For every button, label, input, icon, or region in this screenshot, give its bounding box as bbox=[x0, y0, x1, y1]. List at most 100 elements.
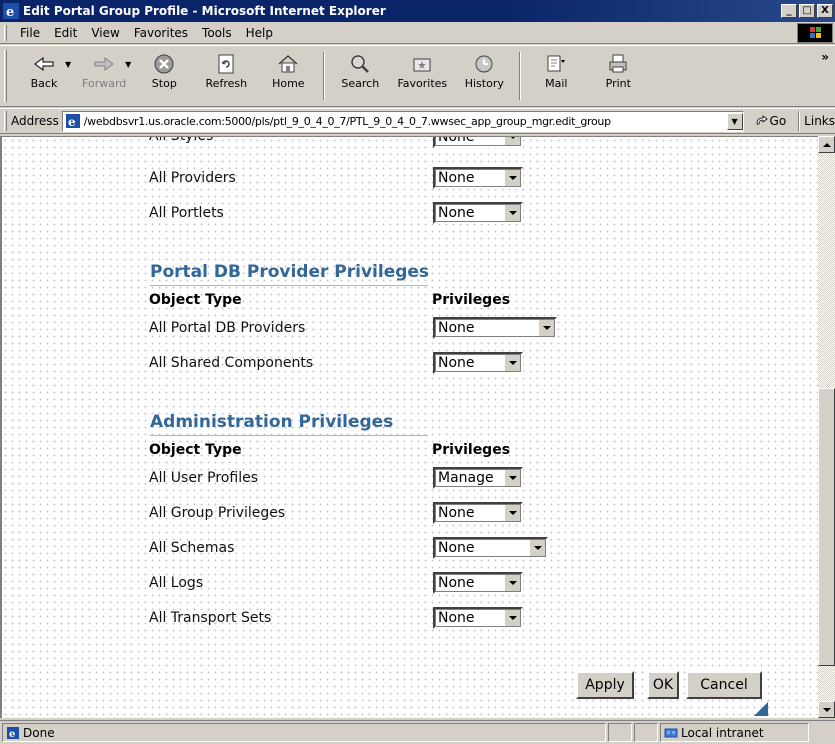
toolbar-overflow-chevron[interactable]: » bbox=[821, 50, 829, 64]
apply-button[interactable]: Apply bbox=[576, 671, 634, 699]
refresh-button[interactable]: Refresh bbox=[195, 46, 257, 90]
address-url[interactable]: /webdbsvr1.us.oracle.com:5000/pls/ptl_9_… bbox=[84, 115, 727, 128]
row-label-all-user-profiles: All User Profiles bbox=[149, 470, 258, 486]
row-label-all-logs: All Logs bbox=[149, 575, 204, 591]
refresh-label: Refresh bbox=[205, 77, 248, 90]
page-done-icon: e bbox=[7, 726, 19, 740]
title-bar[interactable]: e Edit Portal Group Profile - Microsoft … bbox=[0, 0, 835, 22]
col-header-object-type: Object Type bbox=[149, 442, 242, 458]
mail-label: Mail bbox=[545, 77, 568, 90]
history-label: History bbox=[464, 77, 504, 90]
svg-text:e: e bbox=[6, 5, 14, 19]
ie-logo-icon: e bbox=[3, 3, 19, 19]
back-dropdown-icon[interactable]: ▼ bbox=[65, 60, 71, 69]
dropdown-arrow-icon[interactable] bbox=[529, 539, 546, 557]
toolbar-grip[interactable] bbox=[4, 50, 7, 102]
select-value: None bbox=[438, 355, 475, 371]
print-label: Print bbox=[605, 77, 631, 90]
go-button[interactable]: Go bbox=[754, 114, 786, 128]
select-all-transport-sets[interactable]: None bbox=[433, 607, 523, 629]
dropdown-arrow-icon[interactable] bbox=[504, 504, 521, 522]
row-label-all-shared-components: All Shared Components bbox=[149, 355, 314, 371]
status-text: Done bbox=[23, 725, 55, 740]
menu-favorites[interactable]: Favorites bbox=[127, 26, 195, 40]
zone-pane: Local intranet bbox=[660, 723, 809, 742]
address-dropdown-button[interactable]: ▼ bbox=[726, 112, 743, 130]
favorites-label: Favorites bbox=[397, 77, 448, 90]
select-all-styles[interactable]: None bbox=[433, 136, 523, 148]
vertical-scrollbar[interactable] bbox=[818, 136, 835, 718]
dropdown-arrow-icon[interactable] bbox=[504, 204, 521, 222]
home-icon bbox=[278, 54, 298, 73]
row-label-all-group-privileges: All Group Privileges bbox=[149, 505, 286, 521]
search-button[interactable]: Search bbox=[329, 46, 391, 90]
links-button[interactable]: Links bbox=[804, 114, 835, 128]
mail-icon bbox=[547, 55, 566, 72]
stop-button[interactable]: Stop bbox=[133, 46, 195, 90]
select-value: Manage bbox=[438, 470, 494, 486]
cancel-button[interactable]: Cancel bbox=[686, 671, 762, 699]
row-label-all-providers: All Providers bbox=[149, 170, 236, 186]
dropdown-arrow-icon[interactable] bbox=[504, 609, 521, 627]
select-all-portal-db-providers[interactable]: None bbox=[433, 317, 557, 339]
row-label-all-transport-sets: All Transport Sets bbox=[149, 610, 272, 626]
select-all-logs[interactable]: None bbox=[433, 572, 523, 594]
dropdown-arrow-icon[interactable] bbox=[504, 354, 521, 372]
back-label: Back bbox=[30, 77, 58, 90]
address-input[interactable]: e /webdbsvr1.us.oracle.com:5000/pls/ptl_… bbox=[61, 110, 744, 132]
scroll-thumb[interactable] bbox=[818, 388, 835, 666]
col-header-privileges: Privileges bbox=[432, 292, 511, 308]
minimize-button[interactable]: _ bbox=[781, 4, 797, 18]
forward-dropdown-icon[interactable]: ▼ bbox=[125, 60, 131, 69]
printer-icon bbox=[609, 54, 627, 73]
windows-flag-icon bbox=[810, 27, 821, 38]
select-all-shared-components[interactable]: None bbox=[433, 352, 523, 374]
status-text-pane: e Done bbox=[2, 723, 606, 742]
row-label-all-schemas: All Schemas bbox=[149, 540, 235, 556]
col-header-object-type: Object Type bbox=[149, 292, 242, 308]
print-button[interactable]: Print bbox=[587, 46, 649, 90]
section-title-portal-db: Portal DB Provider Privileges bbox=[150, 262, 430, 282]
dropdown-arrow-icon[interactable] bbox=[538, 319, 555, 337]
select-all-portlets[interactable]: None bbox=[433, 202, 523, 224]
favorites-button[interactable]: Favorites bbox=[391, 46, 453, 90]
scroll-up-button[interactable] bbox=[818, 136, 835, 153]
select-value: None bbox=[438, 205, 475, 221]
dropdown-arrow-icon[interactable] bbox=[504, 169, 521, 187]
standard-toolbar: Back ▼ Forward ▼ Stop Refresh Home Searc… bbox=[0, 45, 835, 107]
menubar-grip[interactable] bbox=[4, 24, 7, 41]
mail-button[interactable]: Mail bbox=[525, 46, 587, 90]
row-label-all-portlets: All Portlets bbox=[149, 205, 224, 221]
home-label: Home bbox=[272, 77, 305, 90]
page-corner-mark bbox=[754, 702, 768, 716]
window-title: Edit Portal Group Profile - Microsoft In… bbox=[23, 4, 386, 18]
dropdown-arrow-icon[interactable] bbox=[504, 469, 521, 487]
dropdown-arrow-icon[interactable] bbox=[504, 137, 521, 146]
select-value: None bbox=[438, 136, 475, 145]
select-value: None bbox=[438, 540, 475, 556]
windows-logo-throbber bbox=[797, 23, 833, 43]
maximize-button[interactable]: □ bbox=[799, 4, 815, 18]
menu-file[interactable]: File bbox=[13, 26, 47, 40]
favorites-folder-icon bbox=[413, 58, 431, 72]
home-button[interactable]: Home bbox=[257, 46, 319, 90]
dropdown-arrow-icon[interactable] bbox=[504, 574, 521, 592]
menu-help[interactable]: Help bbox=[239, 26, 280, 40]
local-intranet-icon bbox=[664, 728, 678, 737]
addressbar-grip[interactable] bbox=[4, 111, 7, 131]
select-all-group-privileges[interactable]: None bbox=[433, 502, 523, 524]
history-button[interactable]: History bbox=[453, 46, 515, 90]
search-label: Search bbox=[341, 77, 380, 90]
select-value: None bbox=[438, 610, 475, 626]
menu-edit[interactable]: Edit bbox=[47, 26, 84, 40]
select-all-schemas[interactable]: None bbox=[433, 537, 548, 559]
select-all-providers[interactable]: None bbox=[433, 167, 523, 189]
menu-view[interactable]: View bbox=[84, 26, 126, 40]
menu-tools[interactable]: Tools bbox=[195, 26, 239, 40]
ok-button[interactable]: OK bbox=[647, 671, 679, 699]
toolbar-separator bbox=[519, 52, 522, 100]
scroll-down-button[interactable] bbox=[818, 701, 835, 718]
stop-label: Stop bbox=[151, 77, 177, 90]
select-all-user-profiles[interactable]: Manage bbox=[433, 467, 523, 489]
close-button[interactable]: X bbox=[817, 4, 833, 18]
